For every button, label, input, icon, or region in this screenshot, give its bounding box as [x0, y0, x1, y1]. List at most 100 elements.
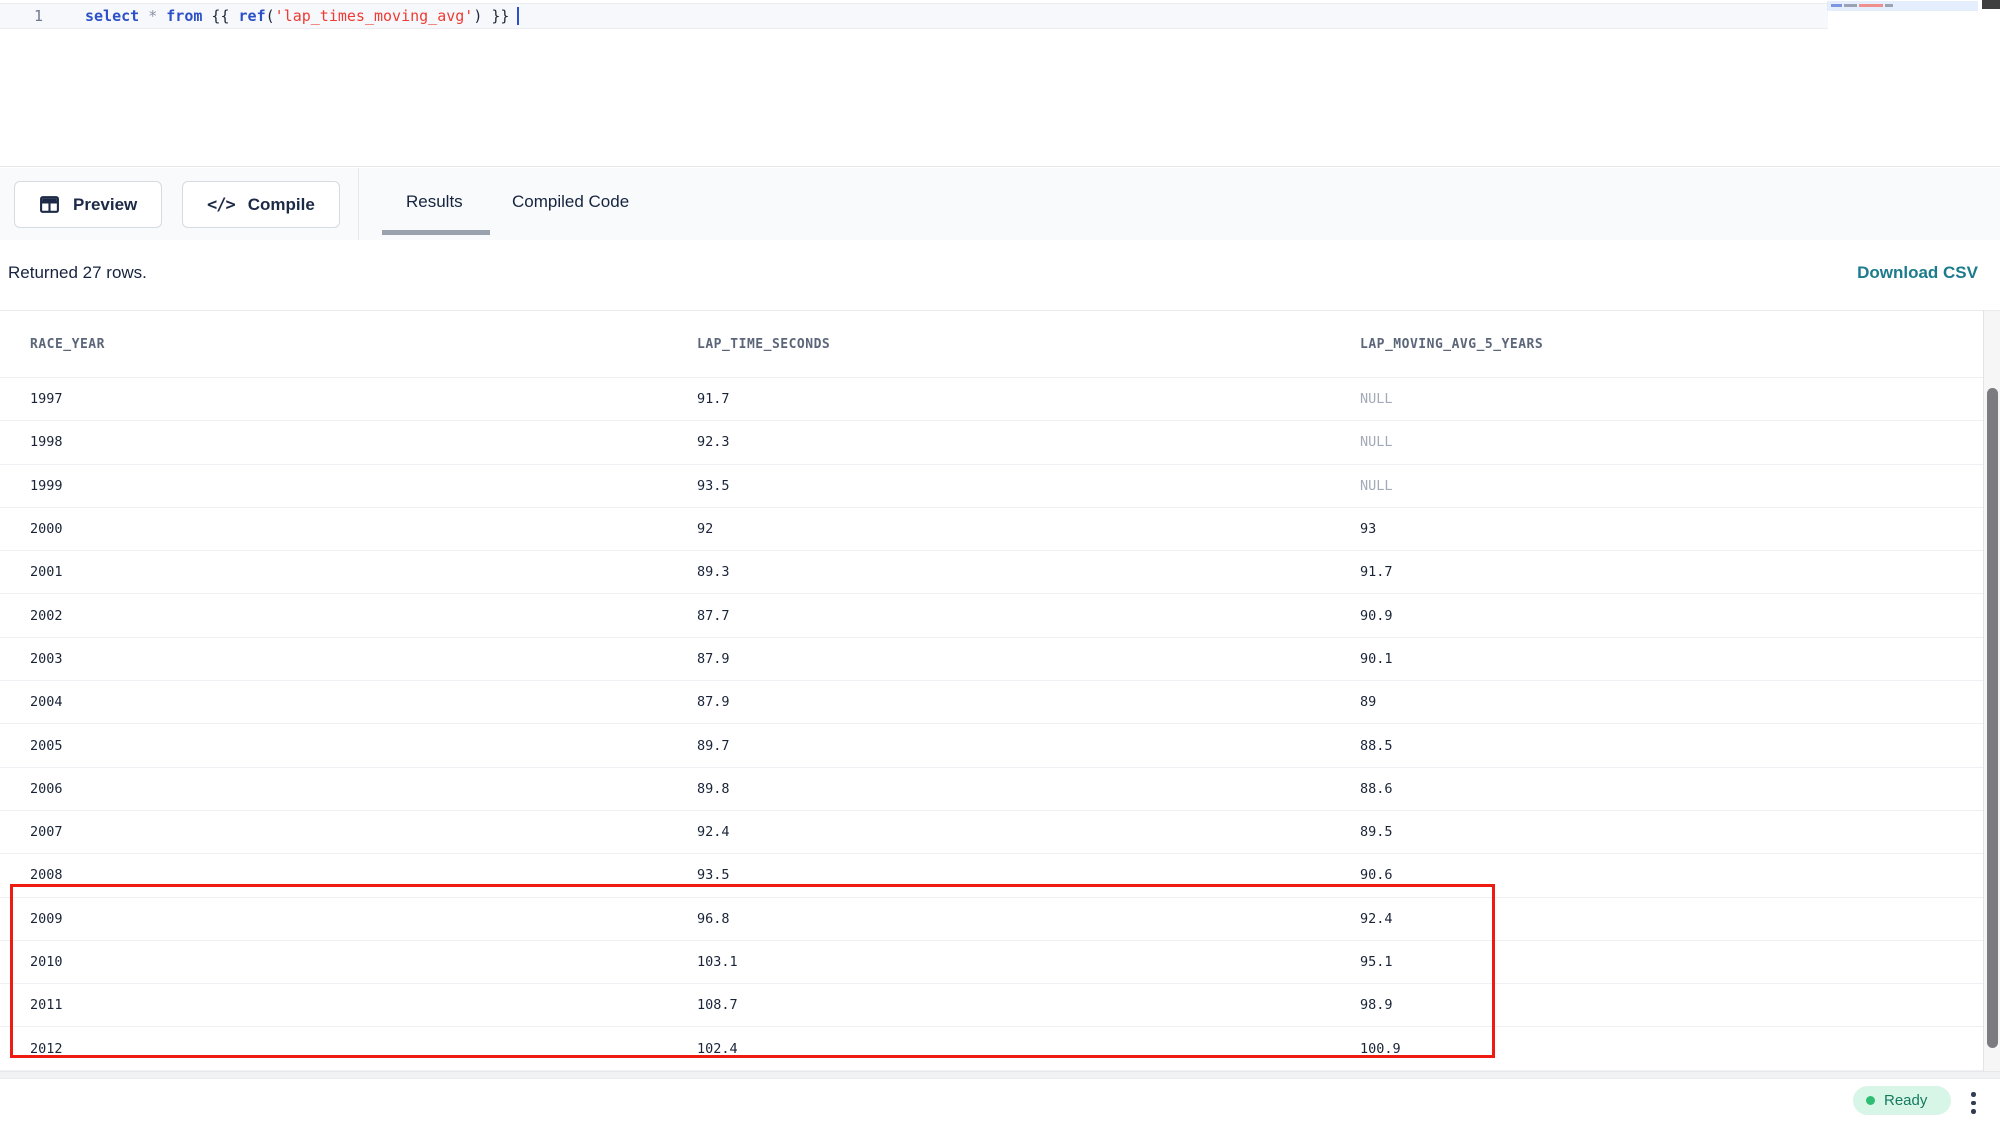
download-csv-link[interactable]: Download CSV [1857, 263, 1978, 283]
tab-results-label: Results [406, 192, 463, 212]
dbt-ide-window: 1 select * from {{ ref('lap_times_moving… [0, 0, 2000, 1124]
code-token: 'lap_times_moving_avg' [275, 7, 474, 25]
table-cell: 1998 [30, 434, 63, 450]
code-brackets-icon: </> [207, 195, 235, 215]
text-cursor [517, 7, 519, 25]
ready-status-label: Ready [1884, 1092, 1927, 1109]
tab-compiled-code[interactable]: Compiled Code [512, 168, 629, 236]
table-cell: 93.5 [697, 867, 730, 883]
table-cell: 98.9 [1360, 997, 1393, 1013]
column-header-lap-moving-avg[interactable]: LAP_MOVING_AVG_5_YEARS [1360, 312, 1543, 377]
table-row[interactable]: 2005 89.7 88.5 [0, 724, 1983, 767]
table-row[interactable]: 200996.892.4 [0, 898, 1983, 941]
table-cell: 89 [1360, 694, 1376, 710]
code-token: select [85, 7, 139, 25]
line-number: 1 [34, 7, 43, 25]
ready-status-dot-icon [1866, 1096, 1875, 1105]
table-cell: 2003 [30, 651, 63, 667]
kebab-menu-icon[interactable] [1969, 1090, 1978, 1116]
table-cell: 2000 [30, 521, 63, 537]
table-cell: 2004 [30, 694, 63, 710]
code-token: {{ [202, 7, 238, 25]
table-cell: 96.8 [697, 911, 730, 927]
table-cell: 2009 [30, 911, 63, 927]
table-row[interactable]: 1997 91.7 NULL [0, 378, 1983, 421]
table-cell: 95.1 [1360, 954, 1393, 970]
table-row[interactable]: 2011 108.7 98.9 [0, 984, 1983, 1027]
table-row[interactable]: 200689.888.6 [0, 768, 1983, 811]
table-cell: 100.9 [1360, 1041, 1401, 1057]
table-header: RACE_YEAR LAP_TIME_SECONDS LAP_MOVING_AV… [0, 312, 1983, 378]
table-cell: 2007 [30, 824, 63, 840]
column-header-lap-time-seconds[interactable]: LAP_TIME_SECONDS [697, 312, 830, 377]
table-row[interactable]: 2007 92.4 89.5 [0, 811, 1983, 854]
table-cell: 102.4 [697, 1041, 738, 1057]
code-token [157, 7, 166, 25]
table-cell: 2010 [30, 954, 63, 970]
compile-button[interactable]: </> Compile [182, 181, 340, 228]
table-cell: 90.9 [1360, 608, 1393, 624]
table-cell: 89.7 [697, 738, 730, 754]
table-row[interactable]: 200387.990.1 [0, 638, 1983, 681]
table-cell: 108.7 [697, 997, 738, 1013]
table-row[interactable]: 2008 93.5 90.6 [0, 854, 1983, 897]
table-cell: 2011 [30, 997, 63, 1013]
table-row[interactable]: 2000 92 93 [0, 508, 1983, 551]
table-cell: 89.5 [1360, 824, 1393, 840]
table-cell: 90.6 [1360, 867, 1393, 883]
table-cell: 92.3 [697, 434, 730, 450]
table-cell: 93 [1360, 521, 1376, 537]
table-cell: 2008 [30, 867, 63, 883]
table-cell: 92.4 [697, 824, 730, 840]
bottom-divider [0, 1071, 2000, 1079]
table-row[interactable]: 2002 87.7 90.9 [0, 594, 1983, 637]
results-toolbar: Preview </> Compile Results Compiled Cod… [0, 168, 2000, 240]
minimap-code-line [1831, 4, 1893, 7]
table-row[interactable]: 2004 87.9 89 [0, 681, 1983, 724]
tab-compiled-code-label: Compiled Code [512, 192, 629, 212]
table-row[interactable]: 2012 102.4 100.9 [0, 1027, 1983, 1070]
code-token [139, 7, 148, 25]
table-cell: 89.3 [697, 564, 730, 580]
table-scrollbar-track[interactable] [1983, 311, 2000, 1071]
column-header-race-year[interactable]: RACE_YEAR [30, 312, 105, 377]
table-cell: 88.5 [1360, 738, 1393, 754]
table-scrollbar-thumb[interactable] [1987, 388, 1998, 1048]
table-cell: 2006 [30, 781, 63, 797]
code-token: from [166, 7, 202, 25]
code-line[interactable]: select * from {{ ref('lap_times_moving_a… [85, 6, 519, 26]
table-row[interactable]: 2010103.195.1 [0, 941, 1983, 984]
table-cell: 92 [697, 521, 713, 537]
table-cell: 87.9 [697, 694, 730, 710]
tab-results[interactable]: Results [406, 168, 463, 236]
code-token: ( [266, 7, 275, 25]
table-cell: 87.7 [697, 608, 730, 624]
table-row[interactable]: 1999 93.5 NULL [0, 465, 1983, 508]
editor-scrollbar-thumb[interactable] [1982, 0, 2000, 9]
code-token: * [148, 7, 157, 25]
code-token: ref [239, 7, 266, 25]
table-cell: NULL [1360, 391, 1393, 407]
table-cell: NULL [1360, 478, 1393, 494]
status-bar: Ready [0, 1079, 2000, 1124]
table-cell: 1999 [30, 478, 63, 494]
table-cell: 2002 [30, 608, 63, 624]
sql-editor[interactable]: 1 select * from {{ ref('lap_times_moving… [0, 0, 2000, 167]
table-body: 1997 91.7 NULL 1998 92.3 NULL 1999 93.5 NULL 2000… [0, 378, 1983, 1071]
table-cell: 1997 [30, 391, 63, 407]
toolbar-divider [358, 168, 359, 240]
table-cell: 2005 [30, 738, 63, 754]
active-tab-underline [382, 230, 490, 235]
table-cell: 87.9 [697, 651, 730, 667]
table-cell: NULL [1360, 434, 1393, 450]
table-cell: 2001 [30, 564, 63, 580]
table-row[interactable]: 200189.391.7 [0, 551, 1983, 594]
table-cell: 93.5 [697, 478, 730, 494]
table-cell: 91.7 [697, 391, 730, 407]
table-grid-icon [39, 194, 60, 215]
preview-button[interactable]: Preview [14, 181, 162, 228]
results-summary-bar: Returned 27 rows. Download CSV [0, 240, 2000, 311]
ready-status-badge: Ready [1853, 1086, 1951, 1115]
table-row[interactable]: 1998 92.3 NULL [0, 421, 1983, 464]
table-cell: 2012 [30, 1041, 63, 1057]
